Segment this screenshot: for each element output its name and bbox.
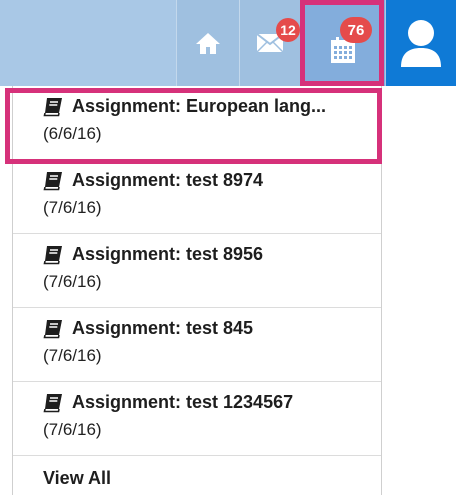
item-title: Assignment: test 8956 [72,244,264,264]
messages-button[interactable] [239,0,300,86]
view-all-link[interactable]: View All [13,456,381,496]
item-title: Assignment: test 845 [72,318,254,338]
home-icon [196,33,220,54]
dropdown-item[interactable]: Assignment: test 8974 (7/6/16) [13,160,381,234]
messages-count-badge: 12 [276,18,300,42]
item-title: Assignment: test 1234567 [72,392,294,412]
book-icon [43,245,62,264]
book-icon [43,171,62,190]
user-profile-button[interactable] [386,0,456,86]
dropdown-item[interactable]: Assignment: test 845 (7/6/16) [13,308,381,382]
item-date: (7/6/16) [43,346,102,365]
item-title: Assignment: test 8974 [72,170,264,190]
calendar-button-highlight [300,0,384,86]
user-icon [401,20,441,67]
book-icon [43,393,62,412]
item-date: (7/6/16) [43,420,102,439]
item-date: (7/6/16) [43,198,102,217]
home-button[interactable] [176,0,239,86]
selected-item-highlight [5,88,382,164]
dropdown-item[interactable]: Assignment: test 8956 (7/6/16) [13,234,381,308]
item-date: (7/6/16) [43,272,102,291]
dropdown-item[interactable]: Assignment: test 1234567 (7/6/16) [13,382,381,456]
book-icon [43,319,62,338]
